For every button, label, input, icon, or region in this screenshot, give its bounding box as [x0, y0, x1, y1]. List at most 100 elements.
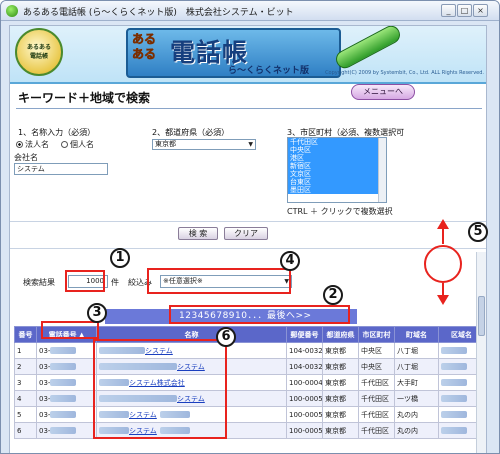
annotation-box-filter	[147, 268, 291, 294]
city-option[interactable]: 千代田区	[288, 138, 386, 146]
radio-individual-label: 個人名	[70, 140, 94, 149]
city-option[interactable]: 中央区	[288, 146, 386, 154]
cell-town: 八丁堀	[394, 358, 439, 375]
close-button[interactable]: ×	[473, 4, 488, 17]
callout-2: 2	[323, 285, 343, 305]
radio-individual[interactable]: 個人名	[61, 139, 94, 150]
banner: あるある 電話帳 あるある 電話帳 ら～くらくネット版 Copyright(C)…	[10, 26, 486, 84]
redacted-block	[50, 427, 77, 434]
callout-3: 3	[87, 303, 107, 323]
city-option[interactable]: 墨田区	[288, 186, 386, 194]
cell-zip: 104-0032	[286, 342, 323, 359]
cell-town: 一ツ橋	[394, 390, 439, 407]
annotation-box-phone-sort	[41, 321, 99, 339]
cell-zip: 104-0032	[286, 358, 323, 375]
cell-town: 大手町	[394, 374, 439, 391]
app-icon	[6, 5, 18, 17]
cell-zip: 100-0005	[286, 406, 323, 423]
redacted-block	[441, 411, 467, 418]
divider	[10, 221, 486, 222]
logo-main: あるある 電話帳 ら～くらくネット版	[126, 26, 404, 78]
scrollbar-thumb[interactable]	[478, 296, 485, 336]
page-scrollbar[interactable]	[476, 252, 486, 453]
divider	[10, 248, 486, 249]
minimize-button[interactable]: _	[441, 4, 456, 17]
cell-town: 丸の内	[394, 406, 439, 423]
cell-city: 千代田区	[358, 406, 395, 423]
logo-aruaru: あるある	[132, 32, 157, 62]
cell-zip: 100-0005	[286, 390, 323, 407]
annotation-box-count	[65, 270, 105, 292]
prefecture-select[interactable]: 東京都 ▼	[152, 139, 256, 150]
search-button[interactable]: 検 索	[178, 227, 218, 240]
page-title: キーワード＋地域で検索	[18, 91, 151, 105]
city-option[interactable]: 台東区	[288, 178, 386, 186]
annotation-box-names	[93, 339, 227, 439]
col-city[interactable]: 市区町村	[358, 326, 395, 343]
callout-6: 6	[216, 327, 236, 347]
table-row: 5 03- システム 100-0005 東京都 千代田区 丸の内	[14, 406, 485, 423]
city-list-scrollbar[interactable]	[378, 138, 386, 202]
section2-label: 2、都道府県（必須）	[152, 128, 230, 137]
cell-city: 中央区	[358, 358, 395, 375]
col-town[interactable]: 町域名	[394, 326, 439, 343]
cell-prefecture: 東京都	[322, 390, 359, 407]
cell-phone: 03-	[36, 406, 97, 423]
results-table: 番号 電話番号 ▲ 名称 郵便番号 都道府県 市区町村 町域名 区域名 1 03…	[14, 326, 485, 439]
radio-dot	[61, 141, 68, 148]
radio-corporate[interactable]: 法人名	[16, 139, 49, 150]
phone-text: 03-	[39, 378, 51, 387]
cell-city: 千代田区	[358, 390, 395, 407]
page-content: あるある 電話帳 あるある 電話帳 ら～くらくネット版 Copyright(C)…	[9, 25, 487, 453]
section1-label: 1、名称入力（必須）	[18, 128, 96, 137]
cell-prefecture: 東京都	[322, 422, 359, 439]
result-count-unit: 件	[111, 278, 119, 287]
cell-number: 1	[14, 342, 37, 359]
cell-number: 3	[14, 374, 37, 391]
phone-receiver-icon	[332, 26, 404, 72]
radio-dot-checked	[16, 141, 23, 148]
cell-phone: 03-	[36, 358, 97, 375]
cell-prefecture: 東京都	[322, 374, 359, 391]
city-option[interactable]: 文京区	[288, 170, 386, 178]
phone-text: 03-	[39, 346, 51, 355]
prefecture-value: 東京都	[155, 140, 176, 148]
title-bar: あるある電話帳 (ら～くらくネット版) 株式会社システム・ビット _ □ ×	[1, 1, 499, 21]
phone-text: 03-	[39, 426, 51, 435]
cell-number: 4	[14, 390, 37, 407]
cell-phone: 03-	[36, 374, 97, 391]
table-row: 2 03- システム 104-0032 東京都 中央区 八丁堀	[14, 358, 485, 375]
col-prefecture[interactable]: 都道府県	[322, 326, 359, 343]
phone-text: 03-	[39, 362, 51, 371]
cell-number: 5	[14, 406, 37, 423]
callout-5: 5	[468, 222, 488, 242]
city-option[interactable]: 新宿区	[288, 162, 386, 170]
redacted-block	[50, 347, 77, 354]
table-row: 3 03- システム株式会社 100-0004 東京都 千代田区 大手町	[14, 374, 485, 391]
phone-text: 03-	[39, 394, 51, 403]
logo-badge: あるある 電話帳	[15, 28, 63, 76]
company-name-input[interactable]: システム	[14, 163, 108, 175]
redacted-block	[441, 363, 467, 370]
app-window: あるある電話帳 (ら～くらくネット版) 株式会社システム・ビット _ □ × あ…	[0, 0, 500, 454]
city-multiselect[interactable]: 千代田区 中央区 港区 新宿区 文京区 台東区 墨田区	[287, 137, 387, 203]
table-row: 6 03- システム 100-0005 東京都 千代田区 丸の内	[14, 422, 485, 439]
redacted-block	[50, 363, 77, 370]
redacted-block	[441, 347, 467, 354]
cell-prefecture: 東京都	[322, 406, 359, 423]
radio-corporate-label: 法人名	[25, 140, 49, 149]
maximize-button[interactable]: □	[457, 4, 472, 17]
redacted-block	[441, 427, 467, 434]
logo-badge-line1: あるある	[26, 44, 51, 51]
col-zip[interactable]: 郵便番号	[286, 326, 323, 343]
menu-button[interactable]: メニューへ	[351, 84, 415, 100]
redacted-block	[50, 395, 77, 402]
cell-town: 八丁堀	[394, 342, 439, 359]
divider	[16, 108, 482, 109]
city-option[interactable]: 港区	[288, 154, 386, 162]
col-number[interactable]: 番号	[14, 326, 37, 343]
clear-button[interactable]: クリア	[224, 227, 268, 240]
callout-1: 1	[110, 248, 130, 268]
window-title: あるある電話帳 (ら～くらくネット版) 株式会社システム・ビット	[23, 8, 294, 18]
results-label: 検索結果	[23, 278, 55, 287]
